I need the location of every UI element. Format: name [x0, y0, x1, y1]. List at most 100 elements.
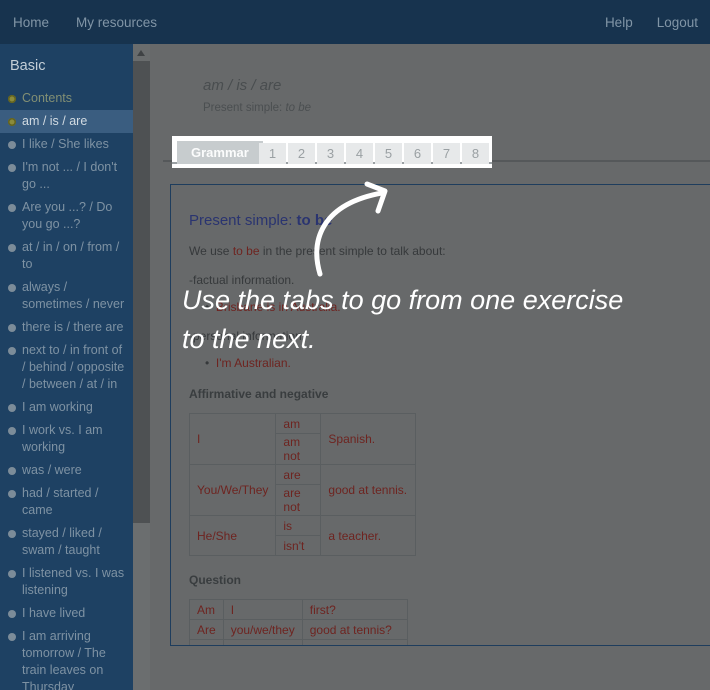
sidebar-item-label: I have lived: [22, 606, 85, 620]
sidebar-item-label: at / in / on / from / to: [22, 240, 119, 271]
tab-exercise-7[interactable]: 7: [433, 143, 460, 164]
bullet-icon: [8, 633, 16, 641]
cell-subject: You/We/They: [190, 465, 276, 516]
scrollbar-up-button[interactable]: [133, 44, 150, 61]
bullet-icon: [8, 530, 16, 538]
sidebar-item-label: I am arriving tomorrow / The train leave…: [22, 629, 106, 690]
sidebar-item-label: I like / She likes: [22, 137, 109, 151]
main-content: am / is / are Present simple: to be Gram…: [150, 44, 710, 690]
sidebar-item-label: I listened vs. I was listening: [22, 566, 124, 597]
nav-my-resources[interactable]: My resources: [76, 15, 157, 30]
lesson-heading: Present simple: to be: [189, 212, 699, 229]
sidebar-scrollbar[interactable]: [133, 44, 150, 690]
lesson-example-factual-text: Brisbane is in Australia.: [216, 300, 341, 314]
sidebar-item-label: I am working: [22, 400, 93, 414]
question-cell: Are: [190, 620, 224, 640]
sidebar-item[interactable]: I'm not ... / I don't go ...: [0, 156, 133, 196]
bullet-icon: [8, 467, 16, 475]
lesson-intro-red: to be: [233, 244, 260, 258]
cell-subject: I: [190, 414, 276, 465]
lesson-example-factual: • Brisbane is in Australia.: [189, 300, 699, 314]
question-cell: you/we/they: [223, 620, 302, 640]
question-cell: I: [223, 600, 302, 620]
page: Home My resources Help Logout Basic Cont…: [0, 0, 710, 690]
bullet-icon: •: [205, 300, 216, 314]
cell-negative: isn't: [276, 536, 321, 556]
question-cell: good at tennis?: [302, 620, 407, 640]
sidebar-item-label: am / is / are: [22, 114, 87, 128]
sidebar-item[interactable]: next to / in front of / behind / opposit…: [0, 339, 133, 396]
sidebar-item-list: Contents am / is / are I like / She likes I…: [0, 87, 133, 690]
cell-affirmative: is: [276, 516, 321, 536]
question-cell: a teacher?: [302, 640, 407, 647]
unit-subtitle-prefix: Present simple:: [203, 102, 285, 114]
sidebar-item-label: was / were: [22, 463, 82, 477]
nav-help[interactable]: Help: [605, 15, 633, 30]
sidebar-item[interactable]: there is / there are: [0, 316, 133, 339]
cell-negative: are not: [276, 485, 321, 516]
tab-exercise-1[interactable]: 1: [259, 143, 286, 164]
bullet-icon: [8, 610, 16, 618]
sidebar-item-label: I'm not ... / I don't go ...: [22, 160, 117, 191]
tab-exercise-4[interactable]: 4: [346, 143, 373, 164]
sidebar-item-label: Contents: [22, 91, 72, 105]
sidebar-item[interactable]: Contents: [0, 87, 133, 110]
bullet-icon: [8, 570, 16, 578]
lesson-heading-bold: to be: [297, 212, 333, 229]
sidebar-section-title: Basic: [0, 50, 133, 87]
sidebar-item[interactable]: I have lived: [0, 602, 133, 625]
bullet-icon: [8, 95, 16, 103]
bullet-icon: [8, 404, 16, 412]
bullet-icon: [8, 284, 16, 292]
sidebar-item[interactable]: I am arriving tomorrow / The train leave…: [0, 625, 133, 690]
tab-exercise-5[interactable]: 5: [375, 143, 402, 164]
affirmative-negative-table: IamSpanish.am notYou/We/Theyaregood at t…: [189, 413, 416, 556]
sidebar-item[interactable]: am / is / are: [0, 110, 133, 133]
bullet-icon: [8, 164, 16, 172]
bullet-icon: [8, 204, 16, 212]
sidebar-item[interactable]: was / were: [0, 459, 133, 482]
cell-complement: good at tennis.: [321, 465, 416, 516]
tab-exercise-8[interactable]: 8: [462, 143, 489, 164]
unit-subtitle: Present simple: to be: [203, 102, 311, 114]
lesson-panel: Present simple: to be We use to be in th…: [170, 184, 710, 646]
sidebar-item-label: stayed / liked / swam / taught: [22, 526, 102, 557]
scrollbar-thumb[interactable]: [133, 61, 150, 523]
sidebar-item[interactable]: I am working: [0, 396, 133, 419]
table2-title: Question: [189, 573, 699, 587]
question-cell: Is: [190, 640, 224, 647]
lesson-intro: We use to be in the present simple to ta…: [189, 244, 699, 258]
sidebar-item[interactable]: always / sometimes / never: [0, 276, 133, 316]
sidebar-item[interactable]: Are you ...? / Do you go ...?: [0, 196, 133, 236]
cell-negative: am not: [276, 434, 321, 465]
sidebar-item[interactable]: I like / She likes: [0, 133, 133, 156]
unit-subtitle-italic: to be: [285, 102, 311, 114]
tab-exercise-3[interactable]: 3: [317, 143, 344, 164]
tab-grammar[interactable]: Grammar: [177, 141, 263, 164]
top-navbar: Home My resources Help Logout: [0, 0, 710, 44]
tab-exercise-2[interactable]: 2: [288, 143, 315, 164]
nav-home[interactable]: Home: [13, 15, 49, 30]
tab-exercise-6[interactable]: 6: [404, 143, 431, 164]
sidebar-item[interactable]: stayed / liked / swam / taught: [0, 522, 133, 562]
question-cell: he/she: [223, 640, 302, 647]
cell-complement: Spanish.: [321, 414, 416, 465]
nav-logout[interactable]: Logout: [657, 15, 698, 30]
cell-affirmative: are: [276, 465, 321, 485]
sidebar-item-label: next to / in front of / behind / opposit…: [22, 343, 124, 391]
navbar-right-group: Help Logout: [605, 15, 698, 30]
sidebar-item[interactable]: I listened vs. I was listening: [0, 562, 133, 602]
sidebar-item-label: I work vs. I am working: [22, 423, 103, 454]
sidebar-item[interactable]: I work vs. I am working: [0, 419, 133, 459]
sidebar-item-label: there is / there are: [22, 320, 123, 334]
sidebar-item[interactable]: at / in / on / from / to: [0, 236, 133, 276]
cell-complement: a teacher.: [321, 516, 416, 556]
bullet-icon: [8, 347, 16, 355]
question-cell: first?: [302, 600, 407, 620]
unit-title: am / is / are: [203, 77, 281, 94]
cell-subject: He/She: [190, 516, 276, 556]
question-table: AmIfirst?Areyou/we/theygood at tennis?Is…: [189, 599, 408, 646]
sidebar-item[interactable]: had / started / came: [0, 482, 133, 522]
bullet-icon: •: [205, 356, 216, 370]
tutorial-spotlight: Grammar 12345678: [172, 136, 492, 168]
